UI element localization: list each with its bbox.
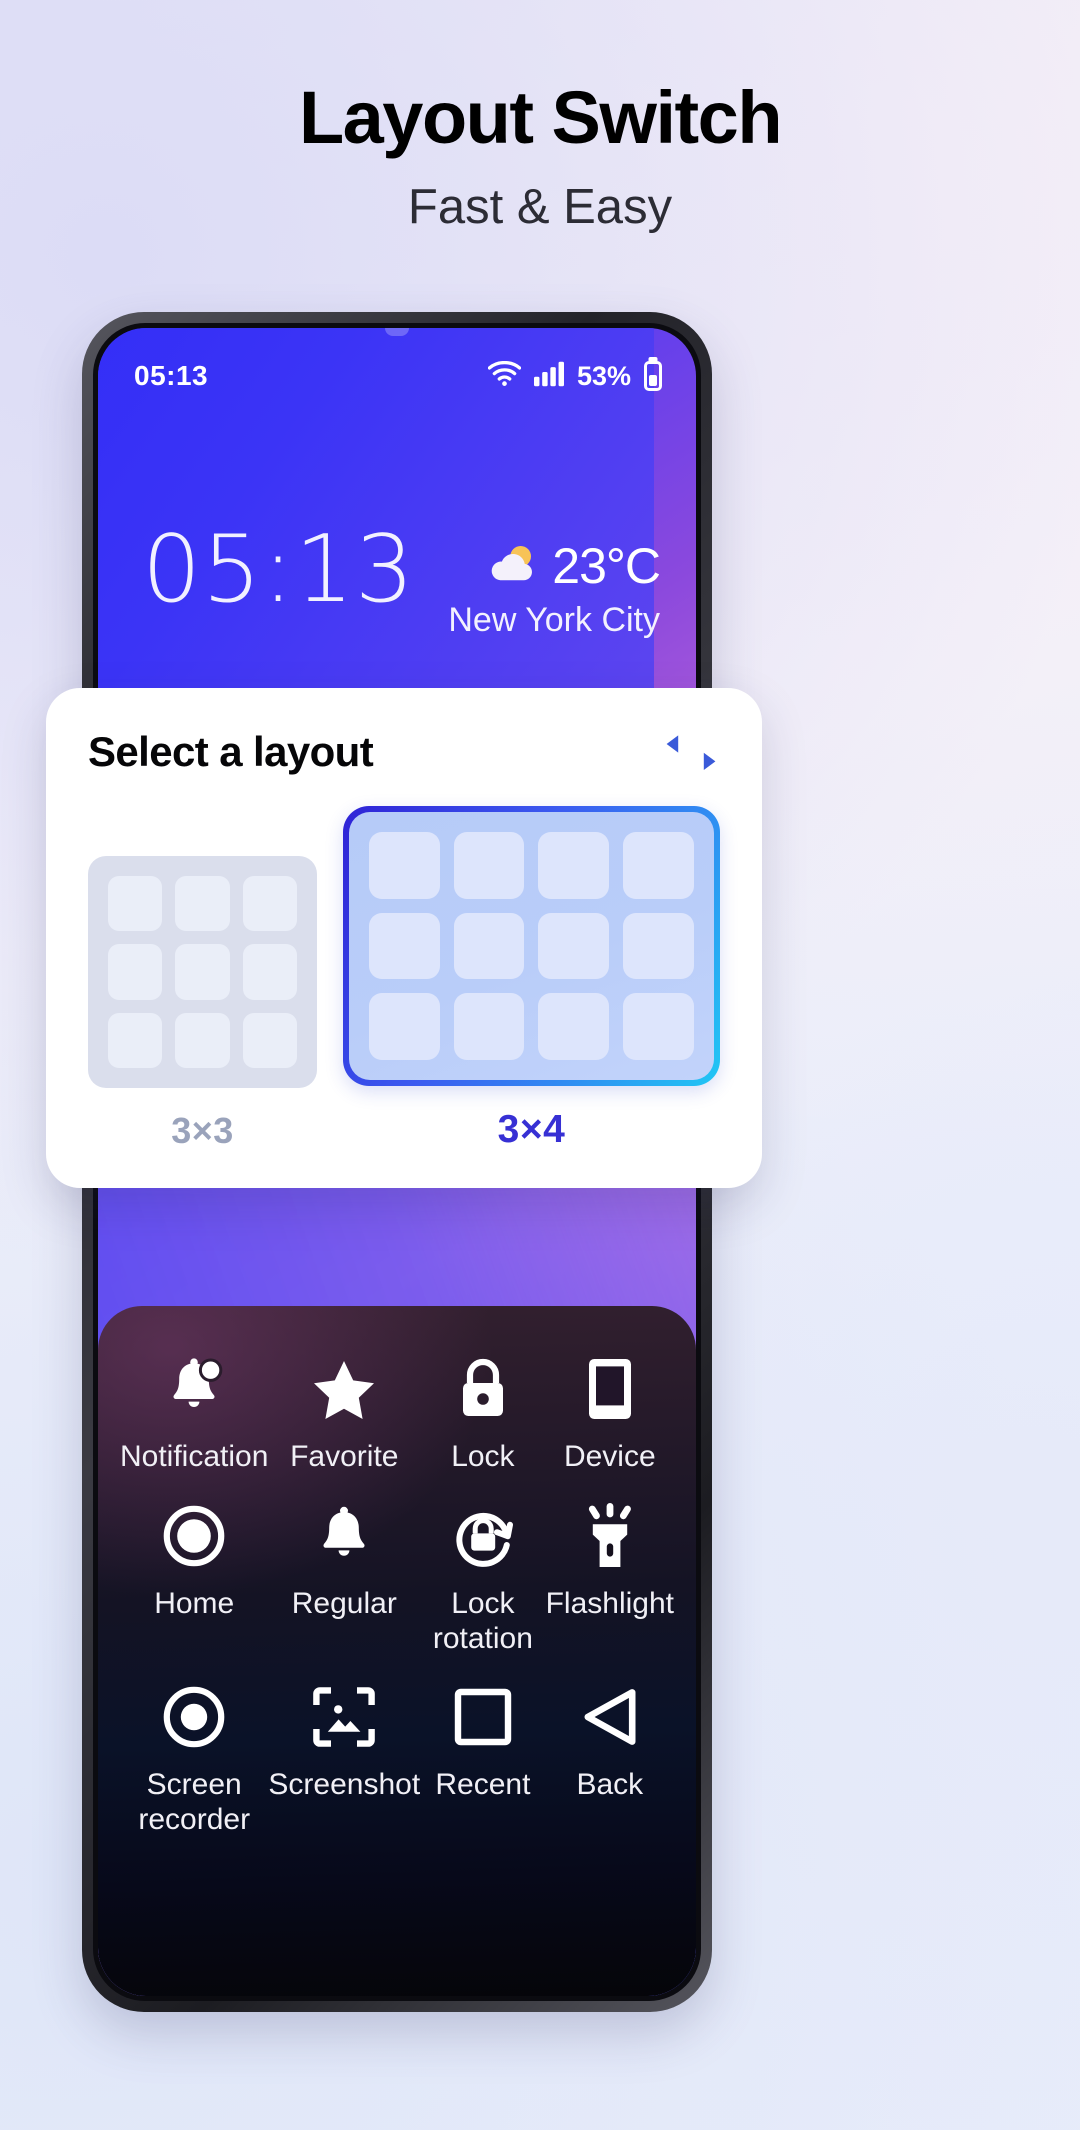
star-icon <box>312 1352 376 1426</box>
flashlight-icon <box>582 1499 638 1573</box>
home-circle-icon <box>163 1499 225 1573</box>
weather-temperature: 23°C <box>552 538 661 594</box>
grid-cell <box>623 993 694 1060</box>
battery-percent-label: 53% <box>576 360 631 391</box>
control-tile-notification[interactable]: Notification <box>120 1346 268 1475</box>
status-bar: 05:13 53% <box>98 350 696 402</box>
layout-option-label-3x3: 3×3 <box>171 1110 234 1151</box>
grid-cell <box>538 993 610 1060</box>
back-triangle-icon <box>581 1680 639 1754</box>
control-tile-home[interactable]: Home <box>120 1493 268 1657</box>
control-tile-screenshot[interactable]: Screenshot <box>268 1674 420 1838</box>
grid-cell <box>175 1012 230 1068</box>
weather-widget: 23°C New York City <box>448 523 661 640</box>
wifi-icon <box>487 360 522 392</box>
lock-icon <box>456 1352 510 1426</box>
grid-cell <box>538 912 610 980</box>
control-tile-device[interactable]: Device <box>546 1346 674 1475</box>
control-panel: Notification Favorite Lock Device Home R… <box>98 1306 696 1996</box>
grid-cell <box>108 944 163 1000</box>
headline-block: Layout Switch Fast & Easy <box>0 76 1080 235</box>
weather-city: New York City <box>448 601 660 639</box>
control-tile-label: Home <box>154 1586 235 1620</box>
control-tile-label: Regular <box>291 1586 397 1620</box>
layout-option-label-3x4: 3×4 <box>497 1108 566 1151</box>
grid-cell <box>453 993 525 1060</box>
select-layout-dialog: Select a layout 3×3 3×4 <box>46 688 762 1188</box>
screenshot-icon <box>313 1680 376 1754</box>
control-tile-label: Lock rotation <box>432 1586 533 1655</box>
control-tile-lock[interactable]: Lock <box>420 1346 545 1475</box>
dialog-header: Select a layout <box>88 728 720 776</box>
grid-cell <box>242 944 297 1000</box>
grid-cell <box>453 832 525 899</box>
grid-cell <box>108 876 163 932</box>
square-recent-icon <box>454 1680 512 1754</box>
control-tile-back[interactable]: Back <box>546 1674 674 1838</box>
control-tile-label: Favorite <box>290 1440 399 1473</box>
record-icon <box>163 1680 225 1754</box>
control-tile-label: Device <box>563 1440 656 1473</box>
swap-arrows-icon[interactable] <box>662 728 720 776</box>
partly-cloudy-icon <box>484 541 542 592</box>
lockscreen-widgets: 05:13 23°C New York City <box>98 523 696 640</box>
bell-icon <box>316 1499 372 1573</box>
control-tile-lock-rotation[interactable]: Lock rotation <box>420 1493 545 1657</box>
phone-device-icon <box>586 1352 634 1426</box>
layout-preview-3x4-selected-border <box>342 806 720 1086</box>
control-tile-screen-recorder[interactable]: Screen recorder <box>120 1674 268 1838</box>
battery-icon <box>644 361 662 391</box>
grid-cell <box>538 832 610 899</box>
grid-cell <box>368 993 440 1060</box>
grid-cell <box>175 876 230 932</box>
control-tile-label: Back <box>576 1768 644 1802</box>
control-tile-recent[interactable]: Recent <box>420 1674 545 1838</box>
layout-preview-3x4 <box>348 812 714 1080</box>
control-tile-label: Flashlight <box>545 1586 674 1620</box>
grid-cell <box>368 832 440 899</box>
layout-preview-3x3 <box>88 856 317 1088</box>
control-tile-label: Notification <box>120 1440 269 1473</box>
lockscreen-clock: 05:13 <box>142 515 416 623</box>
grid-cell <box>242 876 297 932</box>
cellular-signal-icon <box>533 361 564 392</box>
grid-cell <box>242 1012 297 1068</box>
layout-option-3x3[interactable]: 3×3 <box>88 856 317 1152</box>
grid-cell <box>175 944 230 1000</box>
grid-cell <box>108 1012 163 1068</box>
bell-badge-icon <box>164 1352 224 1426</box>
control-tile-label: Screen recorder <box>138 1768 251 1837</box>
control-tile-label: Screenshot <box>268 1768 421 1802</box>
promo-screenshot: Layout Switch Fast & Easy 05:13 53% 05:1… <box>0 0 1080 2130</box>
status-bar-time: 05:13 <box>134 360 209 391</box>
grid-cell <box>453 912 525 980</box>
lock-rotation-icon <box>452 1499 514 1573</box>
dialog-title: Select a layout <box>88 728 374 775</box>
weather-temp-row: 23°C <box>448 537 661 595</box>
layout-options: 3×3 3×4 <box>88 806 720 1152</box>
control-tile-label: Recent <box>435 1768 531 1802</box>
control-tile-favorite[interactable]: Favorite <box>268 1346 420 1475</box>
grid-cell <box>368 912 440 980</box>
control-tile-label: Lock <box>451 1440 515 1473</box>
control-tile-regular[interactable]: Regular <box>268 1493 420 1657</box>
status-bar-indicators: 53% <box>487 360 662 392</box>
page-title: Layout Switch <box>298 76 783 159</box>
control-tile-flashlight[interactable]: Flashlight <box>546 1493 674 1657</box>
layout-option-3x4[interactable]: 3×4 <box>342 806 720 1152</box>
control-panel-grid: Notification Favorite Lock Device Home R… <box>120 1346 674 1838</box>
grid-cell <box>623 832 694 899</box>
grid-cell <box>623 912 694 980</box>
page-subtitle: Fast & Easy <box>407 179 673 234</box>
